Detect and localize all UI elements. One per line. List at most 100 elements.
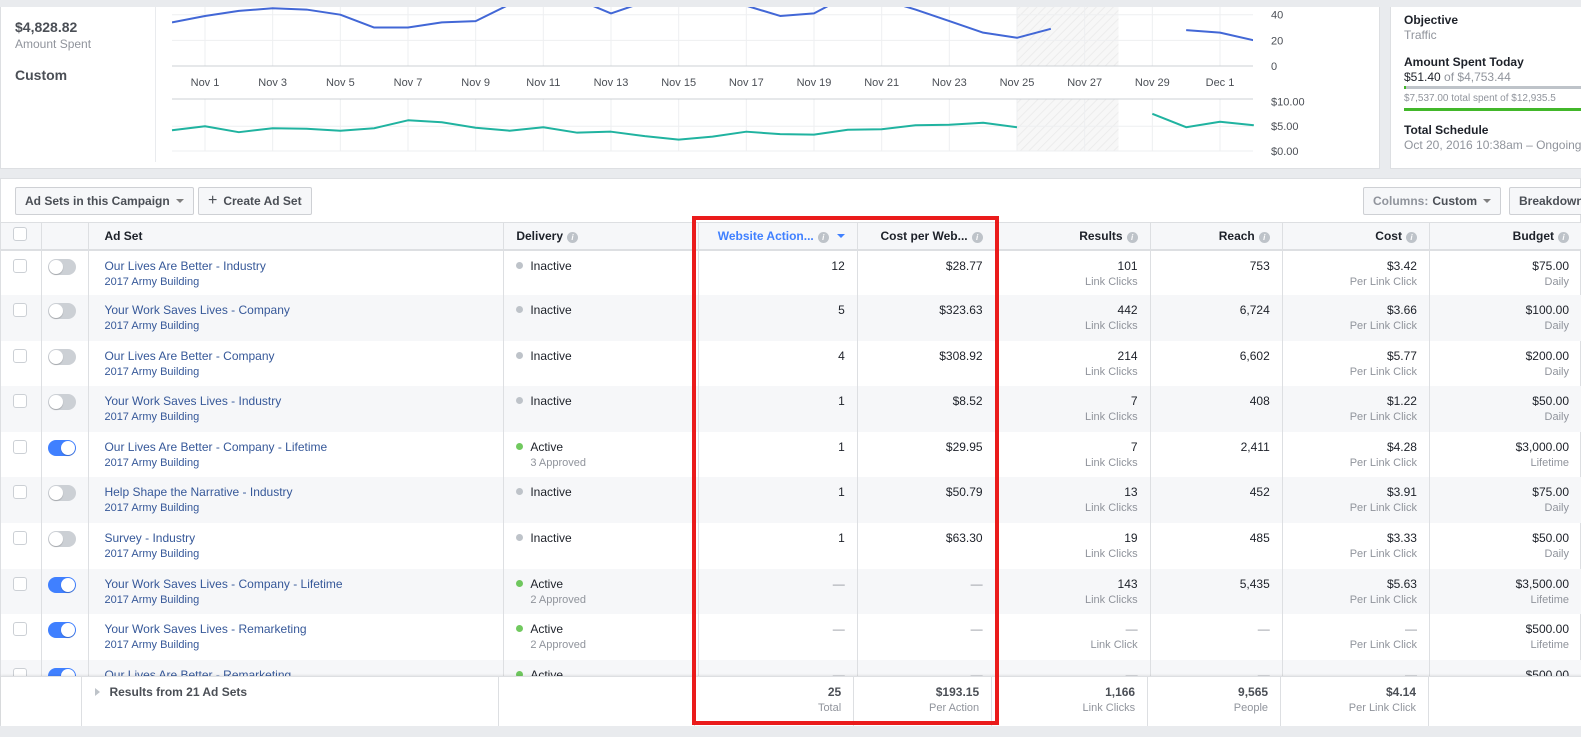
table-row[interactable]: Help Shape the Narrative - Industry 2017 … bbox=[1, 477, 1581, 524]
row-checkbox-cell[interactable] bbox=[1, 249, 43, 296]
row-checkbox[interactable] bbox=[13, 531, 27, 546]
column-header-delivery[interactable]: Delivery i bbox=[503, 222, 699, 251]
row-toggle-cell[interactable] bbox=[41, 340, 90, 387]
row-checkbox[interactable] bbox=[13, 348, 27, 363]
row-checkbox[interactable] bbox=[13, 258, 27, 273]
x-tick-label: Nov 9 bbox=[461, 77, 490, 89]
ad-set-toggle[interactable] bbox=[48, 485, 77, 502]
row-checkbox[interactable] bbox=[13, 622, 27, 637]
ad-set-name-link[interactable]: Survey - Industry bbox=[104, 531, 491, 545]
table-row[interactable]: Your Work Saves Lives - Company - Lifeti… bbox=[1, 568, 1581, 615]
campaign-link[interactable]: 2017 Army Building bbox=[104, 548, 491, 560]
ad-set-name-link[interactable]: Your Work Saves Lives - Company - Lifeti… bbox=[104, 577, 491, 591]
row-checkbox-cell[interactable] bbox=[1, 295, 43, 341]
info-icon[interactable]: i bbox=[1258, 231, 1270, 243]
row-toggle-cell[interactable] bbox=[41, 659, 90, 677]
table-row[interactable]: Our Lives Are Better - Remarketing2017 A… bbox=[1, 659, 1581, 677]
column-header-results[interactable]: Results i bbox=[995, 222, 1151, 251]
columns-dropdown[interactable]: Columns: Custom bbox=[1363, 187, 1502, 215]
row-checkbox[interactable] bbox=[13, 485, 27, 500]
ad-set-toggle[interactable] bbox=[48, 348, 77, 365]
table-row[interactable]: Your Work Saves Lives - Company 2017 Army… bbox=[1, 295, 1581, 341]
ad-set-name-link[interactable]: Your Work Saves Lives - Company bbox=[104, 303, 491, 317]
table-row[interactable]: Our Lives Are Better - Company - Lifetim… bbox=[1, 431, 1581, 478]
ad-set-name-link[interactable]: Our Lives Are Better - Company - Lifetim… bbox=[104, 440, 491, 454]
totals-label-cell[interactable]: Results from 21 Ad Sets bbox=[81, 677, 500, 726]
ad-set-name-link[interactable]: Help Shape the Narrative - Industry bbox=[104, 485, 491, 499]
ad-set-toggle[interactable] bbox=[48, 531, 77, 548]
x-tick-label: Nov 1 bbox=[191, 77, 220, 89]
select-all-checkbox[interactable] bbox=[13, 227, 27, 242]
cost-per-web-value: $29.95 bbox=[945, 439, 983, 454]
campaign-link[interactable]: 2017 Army Building bbox=[104, 320, 491, 332]
ad-sets-table-scroll[interactable]: Ad Set Delivery i Website Action... i Cost… bbox=[1, 222, 1581, 677]
x-tick-label: Nov 25 bbox=[1000, 77, 1035, 89]
column-header-ad-set[interactable]: Ad Set bbox=[88, 222, 505, 251]
row-toggle-cell[interactable] bbox=[41, 477, 90, 524]
info-icon[interactable]: i bbox=[1126, 231, 1138, 243]
row-checkbox[interactable] bbox=[13, 303, 27, 318]
row-checkbox[interactable] bbox=[13, 439, 27, 454]
row-checkbox-cell[interactable] bbox=[1, 568, 43, 615]
campaign-link[interactable]: 2017 Army Building bbox=[104, 594, 491, 606]
column-header-website-actions[interactable]: Website Action... i bbox=[698, 222, 858, 251]
table-row[interactable]: Our Lives Are Better - Company 2017 Army … bbox=[1, 340, 1581, 387]
campaign-link[interactable]: 2017 Army Building bbox=[104, 457, 491, 469]
table-row[interactable]: Your Work Saves Lives - Remarketing 2017 … bbox=[1, 614, 1581, 660]
row-toggle-cell[interactable] bbox=[41, 295, 90, 341]
column-header-budget[interactable]: Budget i bbox=[1429, 222, 1581, 251]
ad-sets-dropdown[interactable]: Ad Sets in this Campaign bbox=[15, 187, 194, 215]
ad-set-toggle[interactable] bbox=[48, 303, 77, 320]
column-header-cost[interactable]: Cost i bbox=[1282, 222, 1430, 251]
ad-set-toggle[interactable] bbox=[48, 258, 77, 275]
row-checkbox-cell[interactable] bbox=[1, 614, 43, 660]
campaign-link[interactable]: 2017 Army Building bbox=[104, 366, 491, 378]
row-toggle-cell[interactable] bbox=[41, 568, 90, 615]
row-checkbox-cell[interactable] bbox=[1, 386, 43, 432]
info-icon[interactable]: i bbox=[971, 231, 983, 243]
ad-set-toggle[interactable] bbox=[48, 622, 77, 639]
row-checkbox-cell[interactable] bbox=[1, 659, 43, 677]
info-icon[interactable]: i bbox=[567, 231, 579, 243]
row-checkbox-cell[interactable] bbox=[1, 523, 43, 569]
ad-set-toggle[interactable] bbox=[48, 576, 77, 593]
expand-triangle-icon[interactable] bbox=[95, 688, 101, 696]
table-row[interactable]: Survey - Industry 2017 Army Building Inact… bbox=[1, 523, 1581, 569]
delivery-cell: Inactive bbox=[503, 477, 699, 524]
row-checkbox[interactable] bbox=[13, 576, 27, 591]
row-toggle-cell[interactable] bbox=[41, 249, 90, 296]
info-icon[interactable]: i bbox=[1405, 231, 1417, 243]
campaign-link[interactable]: 2017 Army Building bbox=[104, 502, 491, 514]
breakdown-dropdown[interactable]: Breakdown bbox=[1509, 187, 1581, 215]
sort-descending-icon[interactable] bbox=[836, 233, 845, 238]
row-checkbox-cell[interactable] bbox=[1, 477, 43, 524]
campaign-link[interactable]: 2017 Army Building bbox=[104, 276, 491, 288]
column-header-cost-per-web[interactable]: Cost per Web... i bbox=[857, 222, 996, 251]
campaign-link[interactable]: 2017 Army Building bbox=[104, 639, 491, 651]
row-toggle-cell[interactable] bbox=[41, 431, 90, 478]
ad-set-toggle[interactable] bbox=[48, 394, 77, 411]
table-row[interactable]: Our Lives Are Better - Industry 2017 Army… bbox=[1, 249, 1581, 296]
ad-set-name-link[interactable]: Our Lives Are Better - Industry bbox=[104, 259, 491, 273]
info-icon[interactable]: i bbox=[817, 231, 829, 243]
budget-sub: Daily bbox=[1544, 275, 1569, 288]
select-all-header[interactable] bbox=[1, 222, 43, 251]
create-ad-set-button[interactable]: + Create Ad Set bbox=[198, 187, 312, 215]
row-checkbox[interactable] bbox=[13, 394, 27, 409]
campaign-link[interactable]: 2017 Army Building bbox=[104, 411, 491, 423]
row-checkbox-cell[interactable] bbox=[1, 431, 43, 478]
ad-set-toggle[interactable] bbox=[48, 439, 77, 456]
results-value: 7 bbox=[1130, 394, 1138, 409]
budget-sub: Daily bbox=[1544, 365, 1569, 378]
cost-cell: $1.22 Per Link Click bbox=[1282, 386, 1430, 432]
row-toggle-cell[interactable] bbox=[41, 614, 90, 660]
info-icon[interactable]: i bbox=[1558, 231, 1569, 243]
column-header-reach[interactable]: Reach i bbox=[1150, 222, 1283, 251]
row-toggle-cell[interactable] bbox=[41, 523, 90, 569]
row-toggle-cell[interactable] bbox=[41, 386, 90, 432]
ad-set-name-link[interactable]: Our Lives Are Better - Company bbox=[104, 349, 491, 363]
ad-set-name-link[interactable]: Your Work Saves Lives - Remarketing bbox=[104, 622, 491, 636]
row-checkbox-cell[interactable] bbox=[1, 340, 43, 387]
ad-set-name-link[interactable]: Your Work Saves Lives - Industry bbox=[104, 394, 491, 408]
table-row[interactable]: Your Work Saves Lives - Industry 2017 Arm… bbox=[1, 386, 1581, 432]
